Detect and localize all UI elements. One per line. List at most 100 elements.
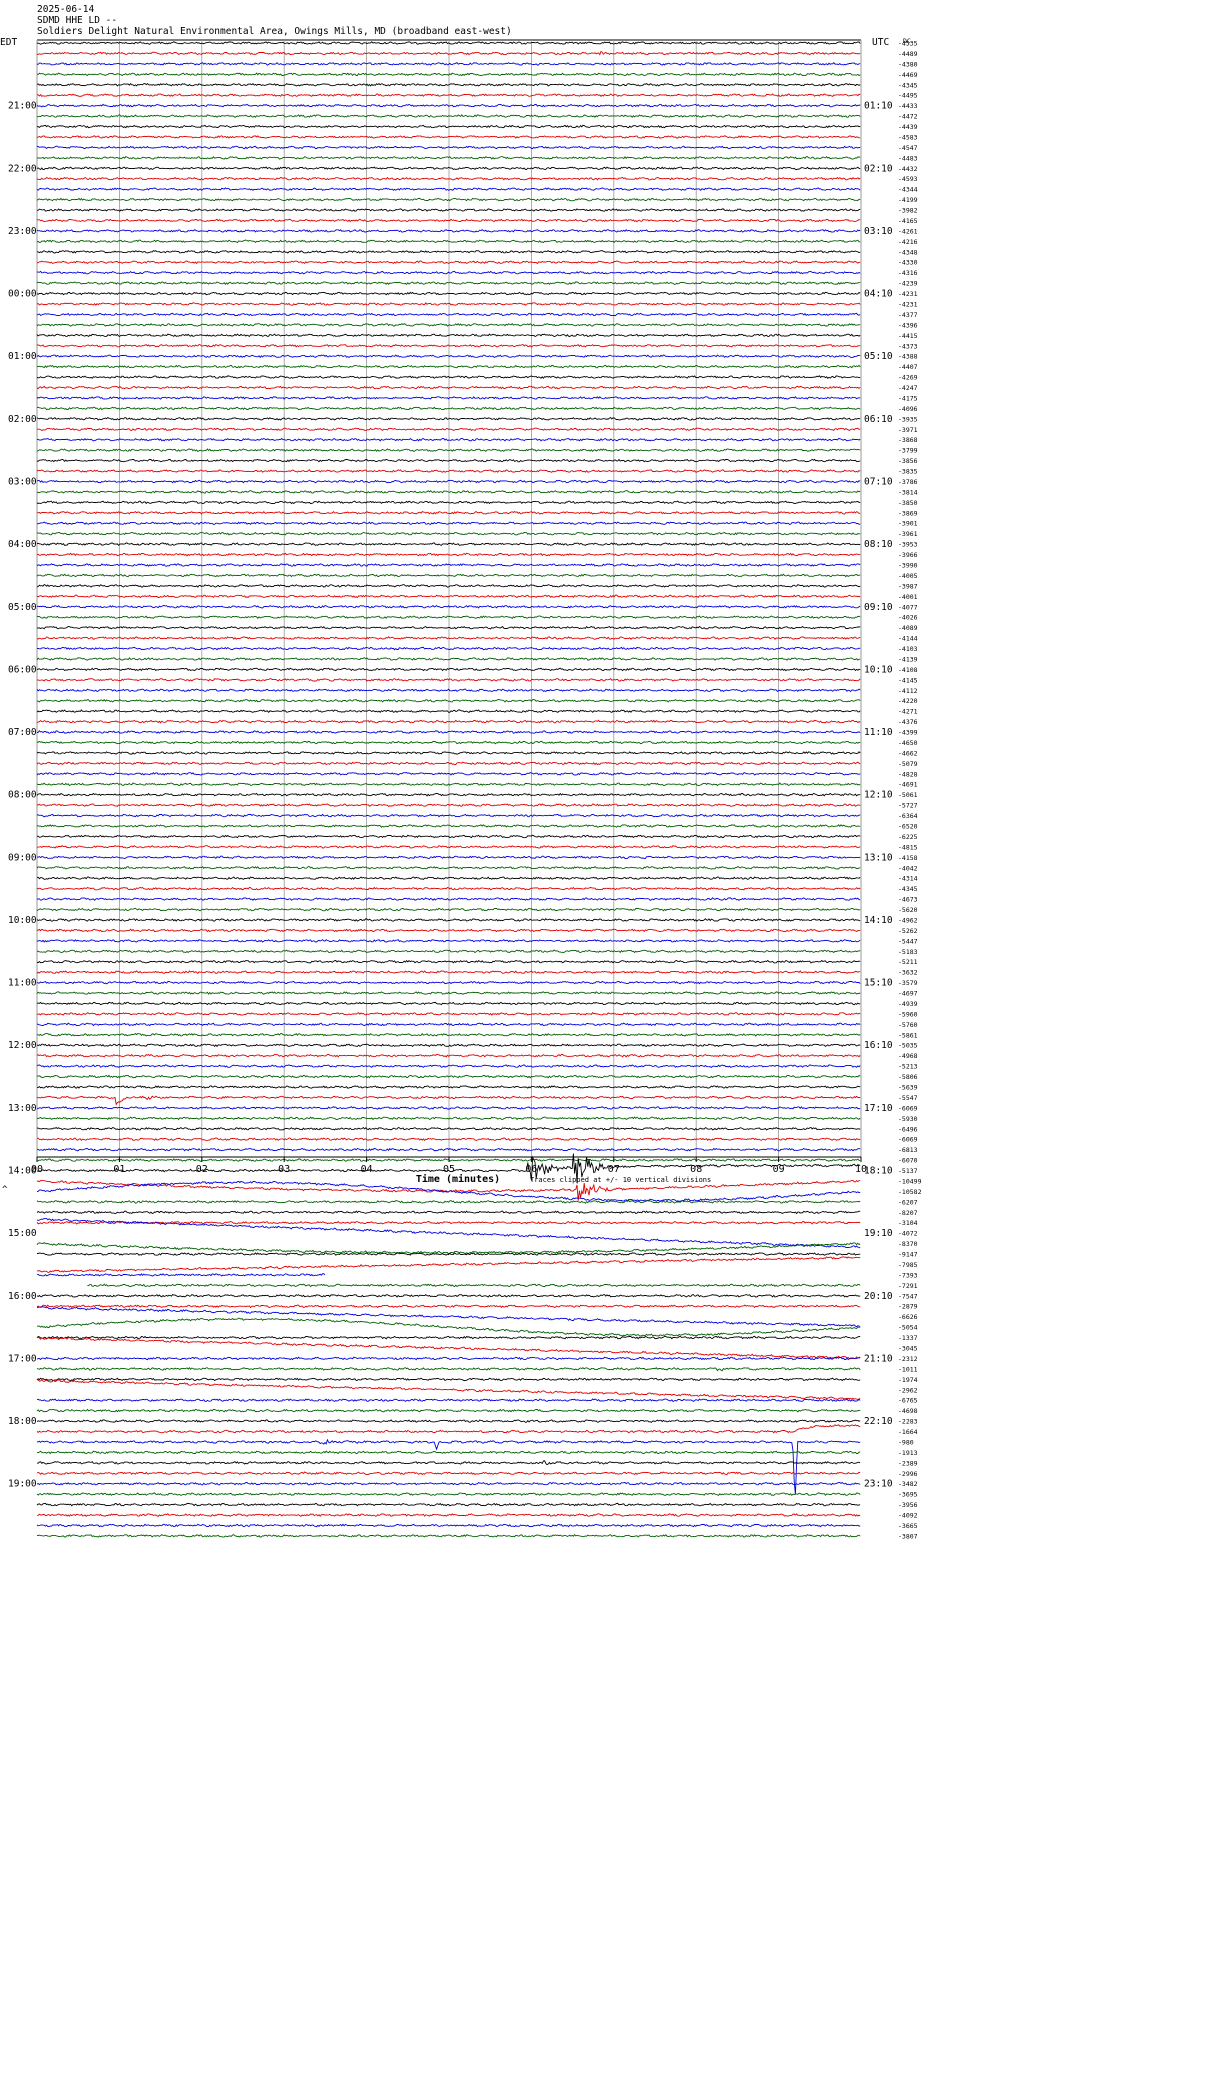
trace-count-label: -6496 (898, 1125, 918, 1133)
x-tick-label: 06 (525, 1164, 537, 1175)
trace-count-label: -6626 (898, 1313, 918, 1321)
edt-hour-label: 21:00 (8, 101, 37, 112)
utc-hour-label: 09:10 (864, 602, 893, 613)
trace-count-label: -4433 (898, 102, 918, 110)
trace-count-label: -4698 (898, 1407, 918, 1415)
seismic-trace (36, 1438, 861, 1495)
trace-count-label: -3104 (898, 1219, 918, 1227)
trace-count-label: -4072 (898, 1230, 918, 1238)
trace-count-label: -4231 (898, 290, 918, 298)
trace-count-label: -1337 (898, 1334, 918, 1342)
trace-count-label: -4089 (898, 624, 918, 632)
trace-count-label: -4472 (898, 113, 918, 121)
trace-count-label: -10582 (898, 1188, 922, 1196)
trace-count-label: -5547 (898, 1094, 918, 1102)
trace-count-label: -6069 (898, 1104, 918, 1112)
seismic-trace (36, 1220, 861, 1225)
trace-count-label: -4535 (898, 40, 918, 48)
trace-count-label: -4962 (898, 916, 918, 924)
trace-count-label: -3901 (898, 520, 918, 528)
edt-hour-label: 12:00 (8, 1040, 37, 1051)
trace-count-label: -4691 (898, 781, 918, 789)
trace-count-label: -1974 (898, 1376, 918, 1384)
trace-count-label: -3956 (898, 1501, 918, 1509)
trace-count-label: -4673 (898, 896, 918, 904)
trace-count-label: -2879 (898, 1303, 918, 1311)
trace-count-label: -4269 (898, 374, 918, 382)
x-tick-label: 05 (443, 1164, 455, 1175)
trace-count-label: -5727 (898, 802, 918, 810)
seismic-trace (36, 1408, 861, 1413)
seismic-trace (36, 1306, 861, 1328)
seismic-trace (36, 1398, 861, 1402)
x-tick-label: 09 (773, 1164, 785, 1175)
trace-count-label: -3982 (898, 207, 918, 215)
seismic-trace (36, 1419, 861, 1423)
trace-count-label: -7547 (898, 1292, 918, 1300)
seismic-trace (36, 1534, 861, 1538)
trace-count-label: -3814 (898, 488, 918, 496)
corner-mark: ^ (2, 1185, 8, 1195)
trace-count-label: -1664 (898, 1428, 918, 1436)
trace-count-label: -4096 (898, 405, 918, 413)
trace-count-label: -5806 (898, 1073, 918, 1081)
edt-hour-label: 04:00 (8, 539, 37, 550)
trace-count-label: -4314 (898, 875, 918, 883)
edt-hour-label: 14:00 (8, 1166, 37, 1177)
seismic-trace (36, 1366, 861, 1372)
utc-hour-label: 16:10 (864, 1040, 893, 1051)
trace-count-label: -4112 (898, 687, 918, 695)
x-tick-label: 01 (113, 1164, 125, 1175)
trace-count-label: -5054 (898, 1324, 918, 1332)
trace-count-label: -7291 (898, 1282, 918, 1290)
utc-hour-label: 19:10 (864, 1228, 893, 1239)
seismic-trace (36, 1492, 861, 1496)
trace-count-label: -4175 (898, 394, 918, 402)
trace-count-label: -4483 (898, 154, 918, 162)
utc-hour-label: 01:10 (864, 101, 893, 112)
edt-hour-label: 08:00 (8, 790, 37, 801)
trace-count-label: -4593 (898, 175, 918, 183)
trace-count-label: -4469 (898, 71, 918, 79)
trace-count-label: -4815 (898, 843, 918, 851)
edt-hour-label: 22:00 (8, 163, 37, 174)
helicorder-plot: EDT UTC DC Time (minutes) Traces clipped… (0, 37, 922, 1540)
utc-hour-label: 15:10 (864, 978, 893, 989)
edt-hour-label: 11:00 (8, 978, 37, 989)
trace-count-label: -2996 (898, 1470, 918, 1478)
utc-hour-label: 10:10 (864, 664, 893, 675)
edt-hour-label: 00:00 (8, 289, 37, 300)
trace-count-label: -4583 (898, 133, 918, 141)
trace-count-label: -4380 (898, 60, 918, 68)
trace-count-label: -4042 (898, 864, 918, 872)
edt-hour-label: 17:00 (8, 1353, 37, 1364)
trace-count-label: -5183 (898, 948, 918, 956)
seismic-trace (36, 1294, 861, 1298)
trace-count-label: -4828 (898, 770, 918, 778)
seismic-trace (36, 1317, 861, 1337)
x-tick-label: 07 (608, 1164, 620, 1175)
trace-count-label: -3953 (898, 541, 918, 549)
trace-count-label: -4432 (898, 165, 918, 173)
edt-hour-label: 01:00 (8, 351, 37, 362)
utc-hour-label: 05:10 (864, 351, 893, 362)
trace-count-label: -4495 (898, 92, 918, 100)
edt-hour-label: 18:00 (8, 1416, 37, 1427)
trace-count-label: -4344 (898, 186, 918, 194)
seismic-trace (36, 1335, 861, 1340)
seismic-trace (36, 1336, 861, 1360)
trace-count-label: -5620 (898, 906, 918, 914)
trace-count-label: -1913 (898, 1449, 918, 1457)
trace-count-label: -9147 (898, 1251, 918, 1259)
trace-count-label: -6813 (898, 1146, 918, 1154)
trace-count-label: -5211 (898, 958, 918, 966)
trace-count-label: -2312 (898, 1355, 918, 1363)
trace-count-label: -5079 (898, 760, 918, 768)
utc-hour-label: 03:10 (864, 226, 893, 237)
trace-count-label: -7985 (898, 1261, 918, 1269)
trace-count-label: -5861 (898, 1031, 918, 1039)
minute-gridlines (36, 39, 862, 1157)
trace-count-label: -3966 (898, 551, 918, 559)
trace-count-label: -4108 (898, 666, 918, 674)
trace-count-label: -6765 (898, 1397, 918, 1405)
